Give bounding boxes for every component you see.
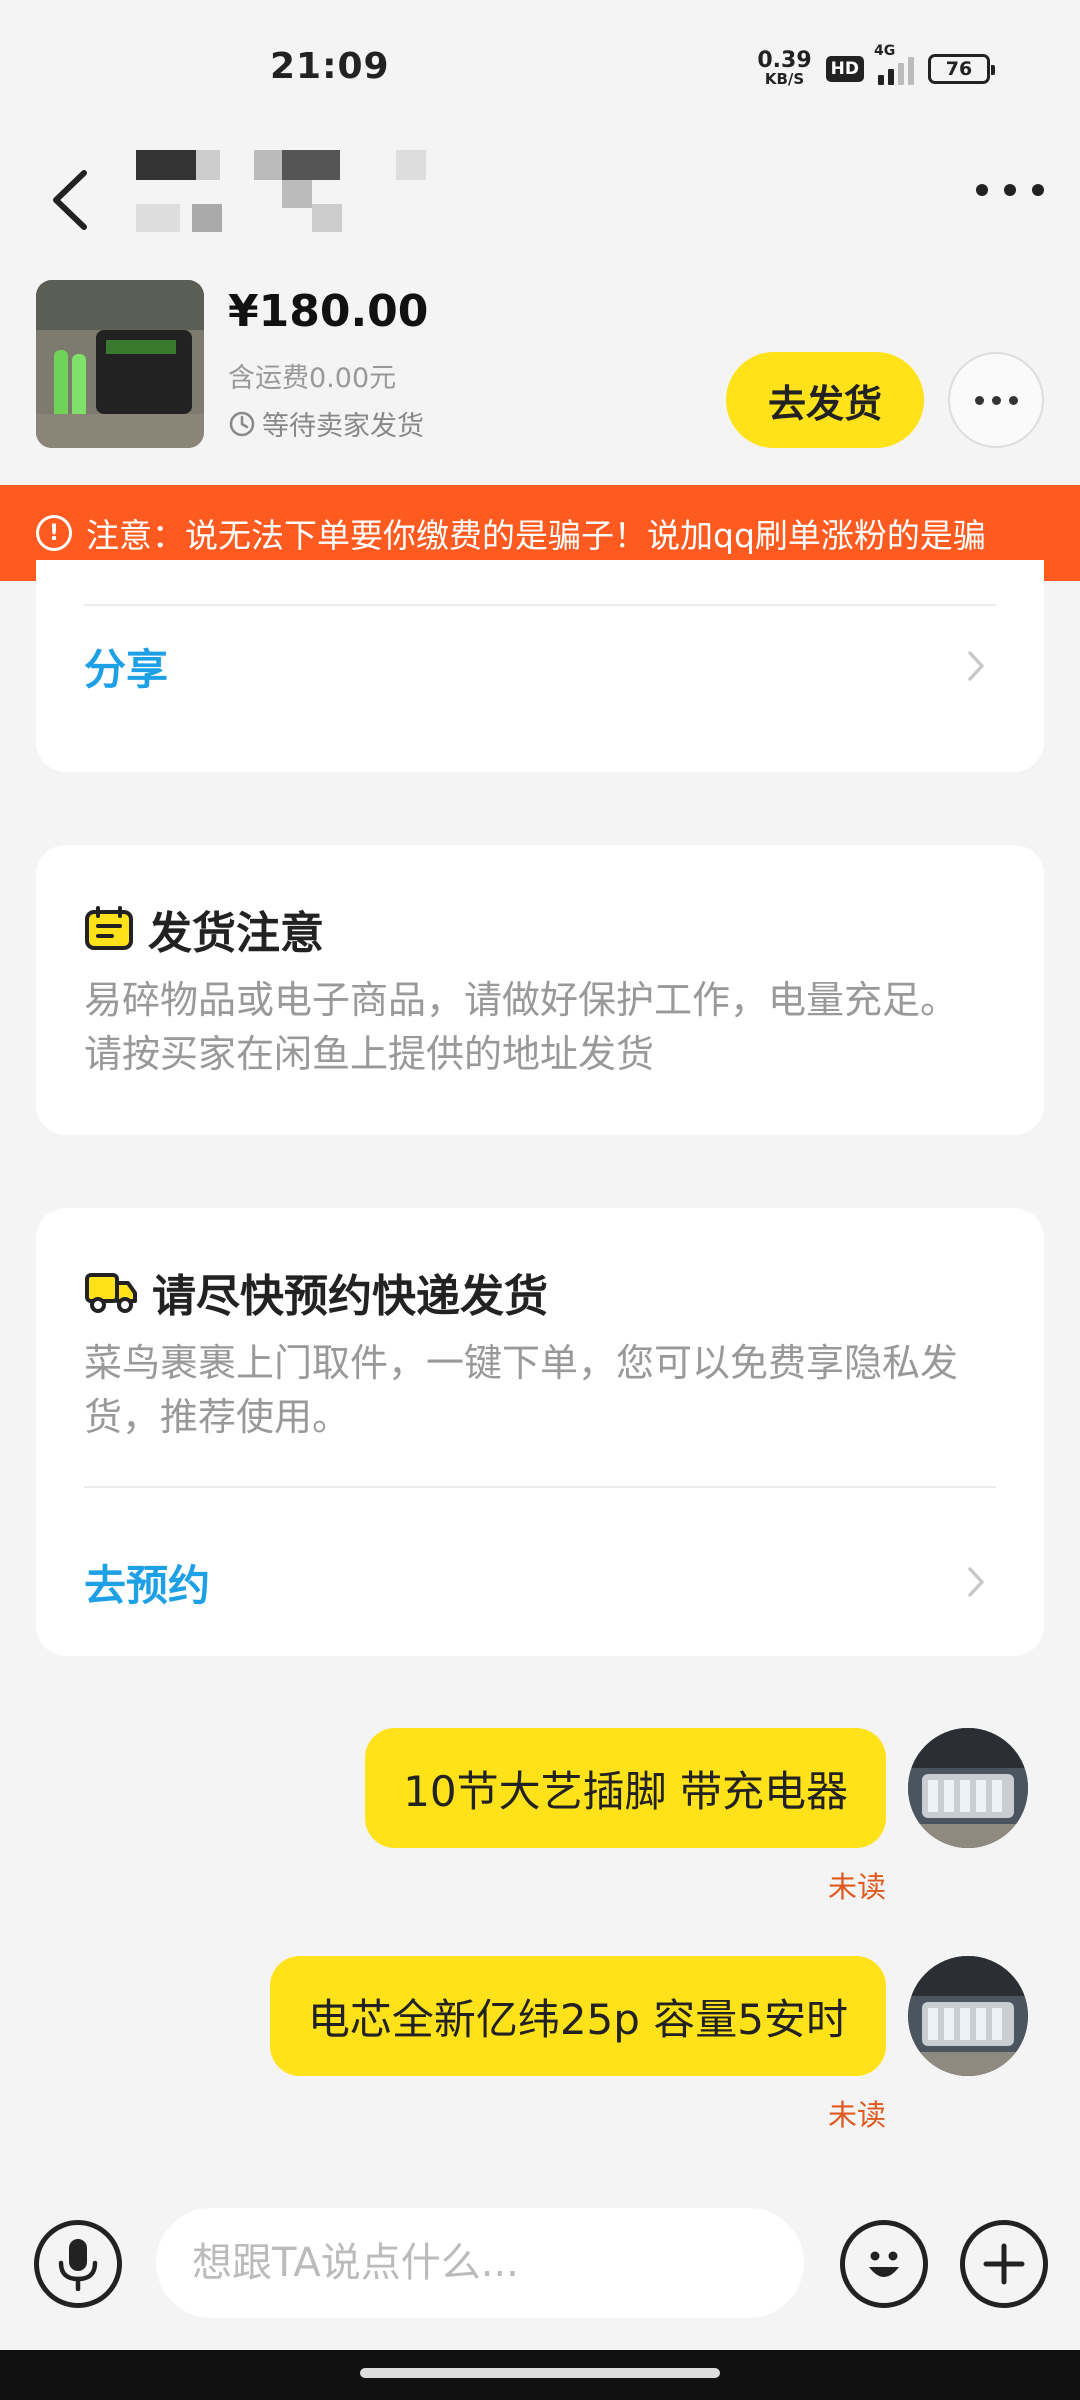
avatar[interactable] (908, 1956, 1028, 2076)
battery-level: 76 (945, 57, 973, 80)
emoji-icon (869, 2251, 899, 2277)
chevron-right-icon (956, 646, 996, 686)
order-more-button[interactable] (948, 352, 1044, 448)
pickup-title: 请尽快预约快递发货 (152, 1271, 548, 1322)
redacted-contact-name (136, 140, 436, 250)
status-icons: 0.39 KB/S HD 4G 76 (757, 43, 995, 87)
clock-icon (229, 411, 255, 436)
avatar[interactable] (908, 1728, 1028, 1848)
network-type: 4G (874, 42, 896, 59)
battery-icon: 76 (928, 53, 995, 84)
notice-title-row: 发货注意 (84, 897, 324, 961)
signal-icon: 4G (874, 43, 914, 85)
product-image (36, 280, 204, 448)
hd-badge: HD (825, 55, 864, 82)
status-time: 21:09 (270, 46, 390, 87)
pickup-title-row: 请尽快预约快递发货 (84, 1260, 548, 1324)
product-thumbnail[interactable] (36, 280, 204, 448)
network-speed-value: 0.39 (757, 48, 812, 73)
notice-title: 发货注意 (148, 908, 324, 959)
message-input[interactable] (156, 2208, 804, 2318)
share-link[interactable]: 分享 (84, 636, 168, 697)
voice-button[interactable] (34, 2220, 122, 2308)
network-speed: 0.39 KB/S (757, 50, 811, 87)
more-dots-icon (976, 184, 988, 196)
pickup-body: 菜鸟裹裹上门取件，一键下单，您可以免费享隐私发货，推荐使用。 (84, 1341, 959, 1439)
chat-header (0, 130, 1080, 280)
product-price: ¥180.00 (228, 286, 429, 337)
microphone-icon (58, 2239, 98, 2291)
order-summary: ¥180.00 含运费0.00元 等待卖家发货 去发货 (0, 280, 1080, 485)
system-nav-bar (0, 2350, 1080, 2400)
order-status: 等待卖家发货 (228, 404, 424, 443)
plus-circle-icon (983, 2243, 1025, 2285)
status-bar: 21:09 0.39 KB/S HD 4G 76 (0, 0, 1080, 130)
chevron-right-icon (956, 1562, 996, 1602)
message-input-bar (0, 2190, 1080, 2350)
home-indicator[interactable] (360, 2368, 720, 2378)
chat-message: 电芯全新亿纬25p 容量5安时 未读 (0, 1956, 1080, 2146)
emoji-button[interactable] (840, 2220, 928, 2308)
delivery-truck-icon (85, 1273, 137, 1313)
shipping-notice-card: 发货注意 易碎物品或电子商品，请做好保护工作，电量充足。请按买家在闲鱼上提供的地… (36, 845, 1044, 1135)
more-options-button[interactable] (970, 160, 1050, 220)
share-link-row[interactable]: 分享 (84, 630, 996, 702)
ship-button[interactable]: 去发货 (726, 352, 924, 448)
back-arrow-icon (53, 170, 87, 230)
more-actions-button[interactable] (960, 2220, 1048, 2308)
message-bubble[interactable]: 10节大艺插脚 带充电器 (365, 1728, 886, 1848)
book-pickup-link[interactable]: 去预约 (84, 1552, 210, 1613)
read-status: 未读 (827, 1870, 886, 1904)
notice-body: 易碎物品或电子商品，请做好保护工作，电量充足。请按买家在闲鱼上提供的地址发货 (84, 978, 959, 1076)
fraud-warning-text: 注意：说无法下单要你缴费的是骗子！说加qq刷单涨粉的是骗 (86, 516, 986, 555)
network-speed-unit: KB/S (764, 70, 805, 88)
chat-message: 10节大艺插脚 带充电器 未读 (0, 1728, 1080, 1918)
avatar-image (908, 1956, 1028, 2076)
pickup-card: 请尽快预约快递发货 菜鸟裹裹上门取件，一键下单，您可以免费享隐私发货，推荐使用。… (36, 1208, 1044, 1656)
avatar-image (908, 1728, 1028, 1848)
notice-board-icon (85, 906, 133, 950)
warning-circle-icon: ! (36, 515, 72, 551)
share-card: 分享 (36, 560, 1044, 772)
order-status-text: 等待卖家发货 (262, 411, 424, 442)
book-pickup-row[interactable]: 去预约 (84, 1546, 996, 1618)
back-button[interactable] (40, 160, 100, 240)
divider (84, 1486, 996, 1488)
more-dots-icon (974, 395, 984, 405)
shipping-fee: 含运费0.00元 (228, 363, 397, 394)
read-status: 未读 (827, 2098, 886, 2132)
divider (84, 604, 996, 606)
message-bubble[interactable]: 电芯全新亿纬25p 容量5安时 (269, 1956, 886, 2076)
